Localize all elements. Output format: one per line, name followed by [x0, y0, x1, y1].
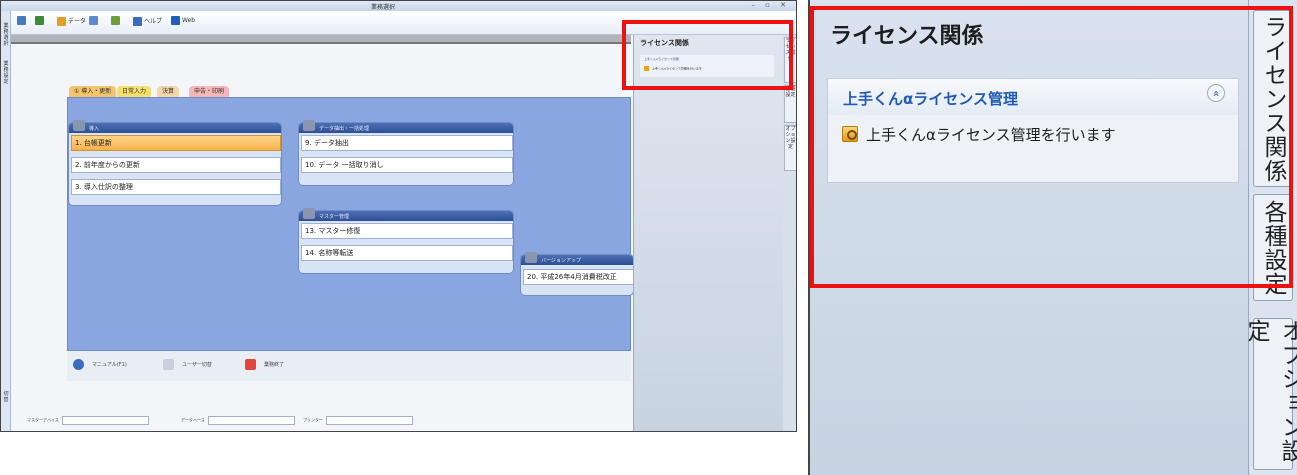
group-title: マスター管理 — [319, 214, 350, 220]
toolbar-button-tree[interactable] — [35, 16, 46, 25]
web-icon — [171, 16, 180, 25]
side-tab-settings[interactable]: 各種設定 — [784, 85, 796, 123]
strip-item-2[interactable]: 業務設定 — [2, 61, 10, 85]
export-icon — [111, 16, 120, 25]
strip-item-3[interactable]: 切替 — [2, 391, 10, 403]
menu-button-14[interactable]: 14. 名称等転送 — [301, 245, 513, 261]
user-icon — [163, 359, 174, 370]
group-version-up: バージョンアップ 20. 平成26年4月消費税改正 — [520, 252, 636, 296]
window-controls[interactable]: – ▫ ✕ — [751, 1, 790, 9]
toolbar-button-export[interactable] — [111, 16, 122, 25]
menu-button-10[interactable]: 10. データ 一括取り消し — [301, 157, 513, 173]
toolbar-button-data[interactable]: データ — [57, 16, 86, 26]
header-grey-bar — [11, 35, 631, 42]
database-field[interactable]: データベース — [181, 416, 295, 425]
header-dark-line — [11, 42, 631, 44]
master-icon — [303, 208, 315, 219]
right-side-tabs: ライセンス関係 各種設定 オプション設定 — [783, 35, 796, 431]
window-title: 業務選択 — [371, 4, 396, 11]
highlight-box-left — [622, 20, 793, 90]
folder-icon — [73, 120, 85, 131]
title-bar: 業務選択 – ▫ ✕ — [1, 1, 796, 11]
menu-button-1[interactable]: 1. 台帳更新 — [71, 135, 281, 151]
status-row: マスターデバイス データベース プリンター — [11, 413, 631, 427]
group-introduction: 導入 1. 台帳更新 2. 前年度からの更新 3. 導入仕訳の整理 — [68, 120, 282, 206]
tree-icon — [35, 16, 44, 25]
help-icon — [73, 359, 84, 370]
menu-button-2[interactable]: 2. 前年度からの更新 — [71, 157, 281, 173]
side-tab-options[interactable]: オプション設定 — [1243, 318, 1297, 470]
side-tab-options[interactable]: オプション設定 — [784, 125, 796, 171]
highlight-box-right — [810, 6, 1293, 288]
menu-button-13[interactable]: 13. マスター修復 — [301, 223, 513, 239]
menu-button-3[interactable]: 3. 導入仕訳の整理 — [71, 179, 281, 195]
group-data-extract: データ抽出・一括処理 9. データ抽出 10. データ 一括取り消し — [298, 120, 514, 186]
data-icon — [57, 17, 66, 26]
help-icon — [133, 17, 142, 26]
group-title: 導入 — [89, 126, 100, 132]
toolbar-button-web[interactable]: Web — [171, 16, 195, 25]
menu-panel: 導入 1. 台帳更新 2. 前年度からの更新 3. 導入仕訳の整理 データ抽出・… — [67, 97, 636, 351]
strip-item-1[interactable]: 業務選択 — [2, 23, 10, 47]
toolbar-button-app[interactable] — [17, 16, 28, 25]
printer-field[interactable]: プリンター — [303, 416, 413, 425]
group-title: データ抽出・一括処理 — [319, 126, 370, 132]
update-icon — [525, 252, 537, 263]
exit-icon — [245, 359, 256, 370]
bottom-bar: マニュアル(F1) ユーザー切替 業務終了 — [67, 351, 631, 381]
menu-button-20[interactable]: 20. 平成26年4月消費税改正 — [523, 269, 636, 285]
import-icon — [89, 16, 98, 25]
license-pane: ライセンス関係 上手くんαライセンス管理 上手くんαライセンス管理を行います — [633, 35, 783, 431]
exit-button[interactable]: 業務終了 — [245, 359, 284, 370]
group-master: マスター管理 13. マスター修復 14. 名称等転送 — [298, 208, 514, 274]
database-icon — [303, 120, 315, 131]
master-device-field[interactable]: マスターデバイス — [27, 416, 149, 425]
menu-button-9[interactable]: 9. データ抽出 — [301, 135, 513, 151]
toolbar-button-import[interactable] — [89, 16, 100, 25]
left-vertical-strip: 業務選択 業務設定 切替 — [1, 11, 11, 431]
user-switch-button[interactable]: ユーザー切替 — [163, 359, 212, 370]
group-title: バージョンアップ — [541, 258, 581, 264]
app-icon — [17, 16, 26, 25]
manual-button[interactable]: マニュアル(F1) — [73, 359, 127, 370]
toolbar-button-help[interactable]: ヘルプ — [133, 16, 162, 26]
